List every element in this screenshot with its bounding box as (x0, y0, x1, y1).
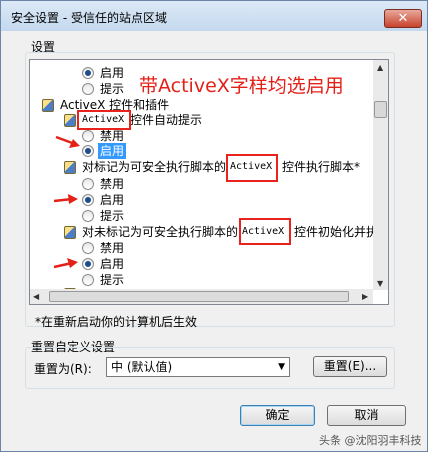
radio-label: 禁用 (100, 241, 125, 255)
setting-label-prefix: 对未标记为可安全执行脚本的 (82, 225, 239, 239)
setting-label: 控件自动提示 (130, 113, 203, 127)
setting-icon (64, 114, 76, 127)
setting-label-suffix: 控件执行脚本* (282, 160, 361, 174)
vertical-scrollbar[interactable] (373, 60, 388, 290)
radio-button[interactable] (82, 145, 94, 157)
restart-note: *在重新启动你的计算机后生效 (35, 315, 198, 329)
radio-label: 提示 (100, 209, 125, 223)
scroll-down-icon[interactable]: ▼ (377, 279, 383, 288)
radio-button[interactable] (82, 258, 94, 270)
highlight-box (77, 110, 131, 130)
radio-button[interactable] (82, 83, 94, 95)
radio-button[interactable] (82, 67, 94, 79)
title-bar: 安全设置 - 受信任的站点区域 ✕ (1, 1, 427, 31)
radio-label: 启用 (100, 66, 125, 80)
highlight-box (226, 154, 278, 182)
setting-icon (64, 226, 76, 239)
settings-category-icon (42, 99, 54, 112)
radio-button[interactable] (82, 130, 94, 142)
red-arrow-icon (53, 258, 78, 269)
radio-button[interactable] (82, 274, 94, 286)
chevron-down-icon: ▼ (278, 362, 285, 372)
ok-button[interactable]: 确定 (240, 405, 315, 426)
cancel-button[interactable]: 取消 (327, 405, 406, 426)
highlight-box (239, 218, 291, 245)
scroll-up-icon[interactable]: ▲ (377, 63, 383, 72)
horizontal-scroll-thumb[interactable] (49, 291, 349, 302)
radio-button[interactable] (82, 242, 94, 254)
radio-label: 提示 (100, 273, 125, 287)
red-arrow-icon (55, 135, 80, 148)
setting-icon (64, 161, 76, 174)
radio-label: 禁用 (100, 129, 125, 143)
red-arrow-icon (53, 194, 78, 204)
radio-button[interactable] (82, 210, 94, 222)
annotation-text: 带ActiveX字样均选启用 (139, 75, 344, 97)
setting-label-suffix: 控件初始化并执 (294, 225, 379, 239)
reset-to-label: 重置为(R): (34, 362, 92, 376)
scroll-right-icon[interactable]: ▶ (362, 292, 368, 301)
selected-level-text: 中 (默认值) (111, 360, 173, 374)
security-settings-dialog: 安全设置 - 受信任的站点区域 ✕ 设置 启用 提示 ActiveX 控件和插件… (0, 0, 428, 452)
radio-label: 禁用 (100, 177, 125, 191)
close-button[interactable]: ✕ (384, 9, 422, 28)
radio-label: 启用 (100, 193, 125, 207)
radio-label: 启用 (100, 257, 125, 271)
window-title: 安全设置 - 受信任的站点区域 (11, 11, 167, 25)
radio-button[interactable] (82, 194, 94, 206)
watermark-text: 头条 @沈阳羽丰科技 (319, 434, 422, 447)
radio-label: 启用 (98, 143, 127, 159)
vertical-scroll-thumb[interactable] (374, 101, 387, 118)
reset-button[interactable]: 重置(E)... (313, 356, 387, 377)
setting-label-prefix: 对标记为可安全执行脚本的 (82, 160, 227, 174)
radio-button[interactable] (82, 178, 94, 190)
radio-label: 提示 (100, 82, 125, 96)
reset-level-select[interactable]: 中 (默认值) ▼ (106, 357, 290, 377)
scroll-left-icon[interactable]: ◀ (33, 292, 39, 301)
